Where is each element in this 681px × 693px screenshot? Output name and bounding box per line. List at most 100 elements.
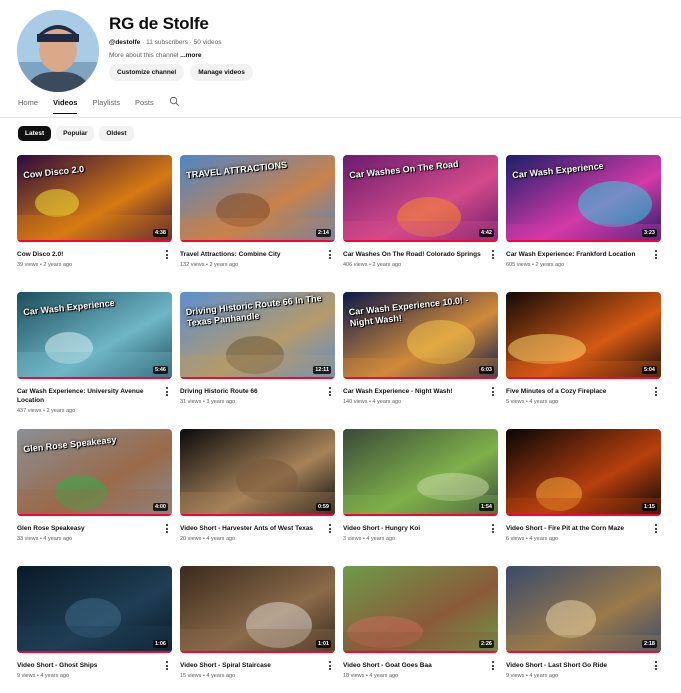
video-duration: 1:15: [641, 503, 657, 511]
video-grid: Cow Disco 2.0 4:38 Cow Disco 2.0! 39 views …: [17, 155, 662, 693]
video-thumbnail[interactable]: Glen Rose Speakeasy 4:00: [17, 429, 172, 516]
video-duration: 4:00: [152, 503, 168, 511]
more-vert-icon[interactable]: [653, 250, 659, 260]
video-thumbnail[interactable]: Cow Disco 2.0 4:38: [17, 155, 172, 242]
video-meta: 31 views • 3 years ago: [180, 399, 236, 405]
more-vert-icon[interactable]: [164, 387, 170, 397]
search-icon[interactable]: [169, 94, 180, 112]
manage-videos-button[interactable]: Manage videos: [190, 64, 253, 81]
video-thumbnail[interactable]: Driving Historic Route 66 In The Texas P…: [180, 292, 335, 379]
more-vert-icon[interactable]: [653, 387, 659, 397]
video-duration: 5:04: [641, 366, 657, 374]
tab-videos[interactable]: Videos: [53, 98, 78, 114]
video-card[interactable]: 1:15 Video Short - Fire Pit at the Corn M…: [506, 429, 661, 566]
video-thumbnail[interactable]: Car Wash Experience 3:23: [506, 155, 661, 242]
more-vert-icon[interactable]: [327, 250, 333, 260]
video-thumbnail[interactable]: Car Wash Experience 5:46: [17, 292, 172, 379]
filter-latest[interactable]: Latest: [18, 126, 52, 141]
watch-progress-bar: [17, 240, 172, 242]
video-card[interactable]: 2:26 Video Short - Goat Goes Baa 18 views …: [343, 566, 498, 693]
video-title[interactable]: Car Wash Experience: University Avenue L…: [17, 387, 172, 405]
video-thumbnail[interactable]: Car Wash Experience 10.0! - Night Wash! 6…: [343, 292, 498, 379]
more-vert-icon[interactable]: [490, 250, 496, 260]
thumbnail-image: [343, 429, 498, 516]
video-thumbnail[interactable]: 1:15: [506, 429, 661, 516]
video-card[interactable]: 1:54 Video Short - Hungry Koi 3 views • 4 …: [343, 429, 498, 566]
video-card[interactable]: Glen Rose Speakeasy 4:00 Glen Rose Speakea…: [17, 429, 172, 566]
more-vert-icon[interactable]: [164, 661, 170, 671]
filter-popular[interactable]: Popular: [56, 126, 95, 141]
video-title[interactable]: Video Short - Hungry Koi: [343, 524, 498, 533]
video-thumbnail[interactable]: Car Washes On The Road 4:42: [343, 155, 498, 242]
video-meta: 15 views • 4 years ago: [180, 673, 236, 679]
video-thumbnail[interactable]: TRAVEL ATTRACTIONS 2:14: [180, 155, 335, 242]
watch-progress-bar: [343, 651, 498, 653]
more-vert-icon[interactable]: [164, 250, 170, 260]
thumbnail-image: [180, 566, 335, 653]
more-vert-icon[interactable]: [490, 524, 496, 534]
video-title[interactable]: Car Washes On The Road! Colorado Springs: [343, 250, 498, 259]
video-meta: 9 views • 4 years ago: [506, 673, 559, 679]
video-card[interactable]: Car Wash Experience 3:23 Car Wash Experien…: [506, 155, 661, 292]
video-title[interactable]: Travel Attractions: Combine City: [180, 250, 335, 259]
watch-progress-bar: [180, 377, 335, 379]
video-card[interactable]: Car Wash Experience 10.0! - Night Wash! 6…: [343, 292, 498, 429]
video-duration: 1:01: [315, 640, 331, 648]
video-title[interactable]: Video Short - Last Short Go Ride: [506, 661, 661, 670]
more-vert-icon[interactable]: [327, 524, 333, 534]
video-card[interactable]: Driving Historic Route 66 In The Texas P…: [180, 292, 335, 429]
video-card[interactable]: TRAVEL ATTRACTIONS 2:14 Travel Attractions…: [180, 155, 335, 292]
video-title[interactable]: Video Short - Ghost Ships: [17, 661, 172, 670]
video-title[interactable]: Driving Historic Route 66: [180, 387, 335, 396]
tab-home[interactable]: Home: [18, 98, 38, 114]
video-thumbnail[interactable]: 2:26: [343, 566, 498, 653]
video-card[interactable]: Car Wash Experience 5:46 Car Wash Experien…: [17, 292, 172, 429]
channel-avatar[interactable]: [17, 10, 99, 92]
video-card[interactable]: 5:04 Five Minutes of a Cozy Fireplace 5 vi…: [506, 292, 661, 429]
video-title[interactable]: Video Short - Goat Goes Baa: [343, 661, 498, 670]
more-vert-icon[interactable]: [164, 524, 170, 534]
video-meta: 140 views • 4 years ago: [343, 399, 402, 405]
video-duration: 4:38: [152, 229, 168, 237]
video-title[interactable]: Car Wash Experience - Night Wash!: [343, 387, 498, 396]
more-vert-icon[interactable]: [490, 387, 496, 397]
tab-playlists[interactable]: Playlists: [92, 98, 120, 114]
video-title[interactable]: Video Short - Spiral Staircase: [180, 661, 335, 670]
channel-handle: @destolfe: [109, 39, 141, 46]
more-vert-icon[interactable]: [490, 661, 496, 671]
watch-progress-bar: [506, 377, 661, 379]
video-thumbnail[interactable]: 5:04: [506, 292, 661, 379]
video-title[interactable]: Video Short - Harvester Ants of West Tex…: [180, 524, 335, 533]
about-more-link[interactable]: ...more: [180, 52, 201, 59]
video-title[interactable]: Car Wash Experience: Frankford Location: [506, 250, 661, 259]
video-card[interactable]: Cow Disco 2.0 4:38 Cow Disco 2.0! 39 views …: [17, 155, 172, 292]
more-vert-icon[interactable]: [653, 661, 659, 671]
video-title[interactable]: Glen Rose Speakeasy: [17, 524, 172, 533]
video-card[interactable]: 0:59 Video Short - Harvester Ants of West…: [180, 429, 335, 566]
video-thumbnail[interactable]: 0:59: [180, 429, 335, 516]
video-card[interactable]: Car Washes On The Road 4:42 Car Washes On …: [343, 155, 498, 292]
filter-oldest[interactable]: Oldest: [99, 126, 134, 141]
channel-tabs: Home Videos Playlists Posts: [18, 96, 180, 114]
more-vert-icon[interactable]: [653, 524, 659, 534]
more-vert-icon[interactable]: [327, 661, 333, 671]
video-meta: 33 views • 4 years ago: [17, 536, 73, 542]
customize-channel-button[interactable]: Customize channel: [109, 64, 185, 81]
channel-about[interactable]: More about this channel ...more: [109, 52, 253, 59]
more-vert-icon[interactable]: [327, 387, 333, 397]
video-title[interactable]: Cow Disco 2.0!: [17, 250, 172, 259]
video-title[interactable]: Video Short - Fire Pit at the Corn Maze: [506, 524, 661, 533]
video-title[interactable]: Five Minutes of a Cozy Fireplace: [506, 387, 661, 396]
watch-progress-bar: [343, 240, 498, 242]
video-card[interactable]: 1:06 Video Short - Ghost Ships 9 views • 4…: [17, 566, 172, 693]
video-thumbnail[interactable]: 1:06: [17, 566, 172, 653]
watch-progress-bar: [17, 651, 172, 653]
video-card[interactable]: 1:01 Video Short - Spiral Staircase 15 vie…: [180, 566, 335, 693]
video-card[interactable]: 2:18 Video Short - Last Short Go Ride 9 vi…: [506, 566, 661, 693]
video-thumbnail[interactable]: 1:01: [180, 566, 335, 653]
tab-posts[interactable]: Posts: [135, 98, 154, 114]
video-thumbnail[interactable]: 1:54: [343, 429, 498, 516]
watch-progress-bar: [506, 240, 661, 242]
thumbnail-image: [506, 292, 661, 379]
video-thumbnail[interactable]: 2:18: [506, 566, 661, 653]
